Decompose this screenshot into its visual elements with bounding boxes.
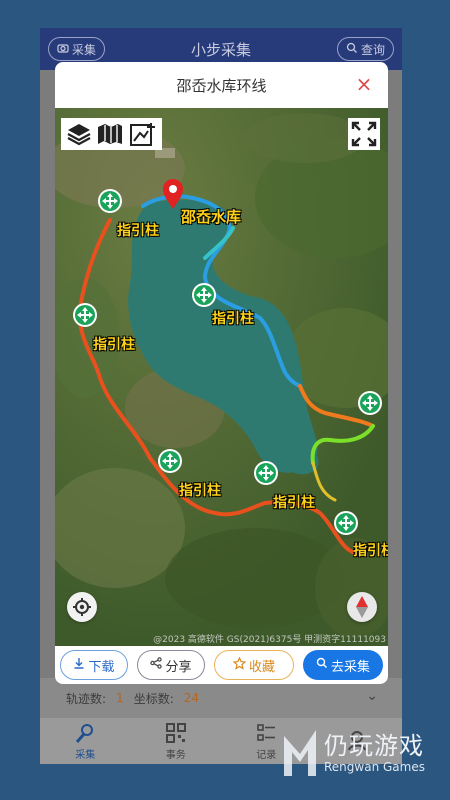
query-header-label: 查询 — [360, 42, 385, 57]
download-button[interactable]: 下载 — [60, 650, 128, 680]
go-collect-label: 去采集 — [330, 659, 370, 675]
share-label: 分享 — [165, 659, 192, 675]
tab-affairs-label: 事务 — [165, 749, 186, 761]
close-icon[interactable]: × — [354, 74, 374, 94]
guide-post-marker-icon[interactable] — [72, 302, 98, 328]
favorite-label: 收藏 — [248, 659, 275, 675]
locate-icon[interactable] — [67, 592, 97, 622]
download-label: 下载 — [88, 659, 115, 675]
coord-count: 24 — [183, 691, 200, 705]
favorite-button[interactable]: 收藏 — [214, 650, 294, 680]
guide-post-label: 指引柱 — [212, 311, 254, 327]
download-icon — [73, 657, 85, 673]
collect-header-button[interactable]: 采集 — [48, 37, 106, 61]
fullscreen-icon[interactable] — [348, 118, 380, 150]
watermark-text-cn: 仍玩游戏 — [324, 732, 424, 760]
guide-post-marker-icon[interactable] — [97, 188, 123, 214]
guide-post-marker-icon[interactable] — [357, 390, 383, 416]
list-icon — [257, 723, 276, 741]
go-collect-button[interactable]: 去采集 — [303, 650, 383, 680]
tab-affairs[interactable]: 事务 — [165, 722, 187, 761]
qr-icon — [165, 722, 186, 743]
track-count: 1 — [116, 691, 124, 705]
guide-post-marker-icon[interactable] — [191, 282, 217, 308]
reservoir-label: 邵岙水库 — [181, 208, 242, 226]
tab-records[interactable]: 记录 — [255, 722, 277, 761]
star-icon — [232, 656, 247, 674]
chevron-down-icon[interactable]: ⌄ — [366, 688, 378, 704]
guide-post-marker-icon[interactable] — [253, 460, 279, 486]
app-title: 小步采集 — [190, 40, 251, 59]
route-map[interactable]: @2023 高德软件 GS(2021)6375号 甲测资字11111093 邵岙… — [55, 108, 388, 646]
collect-header-label: 采集 — [72, 42, 97, 57]
share-icon — [150, 657, 163, 673]
compass-icon[interactable] — [347, 592, 377, 622]
tab-collect[interactable]: 采集 — [74, 722, 96, 761]
guide-post-label: 指引柱 — [353, 543, 388, 559]
modal-header: 邵岙水库环线 — [55, 62, 388, 108]
share-button[interactable]: 分享 — [137, 650, 205, 680]
guide-post-marker-icon[interactable] — [333, 510, 359, 536]
track-count-label: 轨迹数: — [66, 691, 107, 706]
search-icon — [346, 42, 358, 57]
map-toolbox — [61, 118, 162, 150]
guide-post-label: 指引柱 — [273, 495, 315, 511]
map-book-icon[interactable] — [96, 122, 124, 146]
guide-post-label: 指引柱 — [179, 483, 221, 499]
modal-title: 邵岙水库环线 — [176, 76, 267, 95]
route-detail-modal: 邵岙水库环线 × @2023 高德软件 GS(2021)6375号 甲测资字11… — [55, 62, 388, 684]
edit-map-icon[interactable] — [129, 121, 157, 147]
guide-post-label: 指引柱 — [117, 223, 159, 239]
track-summary: 轨迹数: 1 坐标数: 24 ⌄ — [40, 678, 402, 718]
layers-icon[interactable] — [66, 122, 92, 146]
tab-collect-label: 采集 — [75, 749, 96, 761]
camera-icon — [57, 42, 69, 57]
modal-actions: 下载 分享 收藏 去采集 — [55, 646, 388, 684]
watermark-text-en: Rengwan Games — [324, 760, 425, 774]
watermark-logo-icon — [284, 730, 316, 776]
search-icon — [316, 657, 328, 673]
watermark: 仍玩游戏 Rengwan Games — [276, 724, 448, 788]
guide-post-marker-icon[interactable] — [157, 448, 183, 474]
map-copyright: @2023 高德软件 GS(2021)6375号 甲测资字11111093 — [153, 635, 386, 645]
query-header-button[interactable]: 查询 — [336, 37, 394, 61]
collect-icon — [76, 723, 94, 743]
guide-post-label: 指引柱 — [93, 337, 135, 353]
coord-count-label: 坐标数: — [133, 691, 174, 706]
tab-records-label: 记录 — [256, 749, 277, 761]
